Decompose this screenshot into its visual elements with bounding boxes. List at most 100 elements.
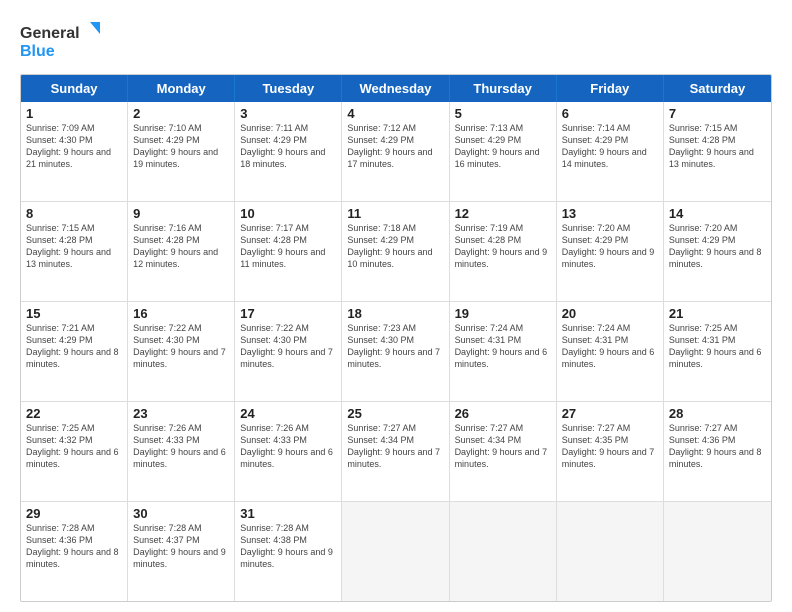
day-header-tuesday: Tuesday	[235, 75, 342, 102]
day-cell-23: 23Sunrise: 7:26 AM Sunset: 4:33 PM Dayli…	[128, 402, 235, 501]
cell-info: Sunrise: 7:22 AM Sunset: 4:30 PM Dayligh…	[240, 322, 336, 371]
day-number: 7	[669, 106, 766, 121]
cell-info: Sunrise: 7:10 AM Sunset: 4:29 PM Dayligh…	[133, 122, 229, 171]
logo: GeneralBlue	[20, 16, 110, 64]
calendar-week-2: 8Sunrise: 7:15 AM Sunset: 4:28 PM Daylig…	[21, 202, 771, 302]
cell-info: Sunrise: 7:15 AM Sunset: 4:28 PM Dayligh…	[669, 122, 766, 171]
page: GeneralBlue SundayMondayTuesdayWednesday…	[0, 0, 792, 612]
day-cell-15: 15Sunrise: 7:21 AM Sunset: 4:29 PM Dayli…	[21, 302, 128, 401]
calendar-body: 1Sunrise: 7:09 AM Sunset: 4:30 PM Daylig…	[21, 102, 771, 601]
day-header-monday: Monday	[128, 75, 235, 102]
cell-info: Sunrise: 7:24 AM Sunset: 4:31 PM Dayligh…	[455, 322, 551, 371]
cell-info: Sunrise: 7:13 AM Sunset: 4:29 PM Dayligh…	[455, 122, 551, 171]
cell-info: Sunrise: 7:27 AM Sunset: 4:34 PM Dayligh…	[347, 422, 443, 471]
svg-text:General: General	[20, 25, 80, 42]
day-number: 24	[240, 406, 336, 421]
day-cell-6: 6Sunrise: 7:14 AM Sunset: 4:29 PM Daylig…	[557, 102, 664, 201]
day-cell-7: 7Sunrise: 7:15 AM Sunset: 4:28 PM Daylig…	[664, 102, 771, 201]
day-header-wednesday: Wednesday	[342, 75, 449, 102]
cell-info: Sunrise: 7:25 AM Sunset: 4:31 PM Dayligh…	[669, 322, 766, 371]
cell-info: Sunrise: 7:22 AM Sunset: 4:30 PM Dayligh…	[133, 322, 229, 371]
cell-info: Sunrise: 7:27 AM Sunset: 4:35 PM Dayligh…	[562, 422, 658, 471]
calendar-week-1: 1Sunrise: 7:09 AM Sunset: 4:30 PM Daylig…	[21, 102, 771, 202]
day-number: 3	[240, 106, 336, 121]
cell-info: Sunrise: 7:27 AM Sunset: 4:34 PM Dayligh…	[455, 422, 551, 471]
day-cell-8: 8Sunrise: 7:15 AM Sunset: 4:28 PM Daylig…	[21, 202, 128, 301]
calendar-header: SundayMondayTuesdayWednesdayThursdayFrid…	[21, 75, 771, 102]
day-number: 29	[26, 506, 122, 521]
empty-cell	[450, 502, 557, 601]
day-number: 20	[562, 306, 658, 321]
cell-info: Sunrise: 7:24 AM Sunset: 4:31 PM Dayligh…	[562, 322, 658, 371]
header: GeneralBlue	[20, 16, 772, 64]
cell-info: Sunrise: 7:12 AM Sunset: 4:29 PM Dayligh…	[347, 122, 443, 171]
cell-info: Sunrise: 7:27 AM Sunset: 4:36 PM Dayligh…	[669, 422, 766, 471]
calendar-week-5: 29Sunrise: 7:28 AM Sunset: 4:36 PM Dayli…	[21, 502, 771, 601]
day-number: 21	[669, 306, 766, 321]
cell-info: Sunrise: 7:17 AM Sunset: 4:28 PM Dayligh…	[240, 222, 336, 271]
cell-info: Sunrise: 7:19 AM Sunset: 4:28 PM Dayligh…	[455, 222, 551, 271]
day-cell-12: 12Sunrise: 7:19 AM Sunset: 4:28 PM Dayli…	[450, 202, 557, 301]
svg-text:Blue: Blue	[20, 43, 55, 60]
day-cell-1: 1Sunrise: 7:09 AM Sunset: 4:30 PM Daylig…	[21, 102, 128, 201]
day-number: 30	[133, 506, 229, 521]
day-header-sunday: Sunday	[21, 75, 128, 102]
day-number: 18	[347, 306, 443, 321]
day-number: 4	[347, 106, 443, 121]
day-cell-14: 14Sunrise: 7:20 AM Sunset: 4:29 PM Dayli…	[664, 202, 771, 301]
cell-info: Sunrise: 7:14 AM Sunset: 4:29 PM Dayligh…	[562, 122, 658, 171]
calendar-week-4: 22Sunrise: 7:25 AM Sunset: 4:32 PM Dayli…	[21, 402, 771, 502]
day-cell-28: 28Sunrise: 7:27 AM Sunset: 4:36 PM Dayli…	[664, 402, 771, 501]
day-cell-25: 25Sunrise: 7:27 AM Sunset: 4:34 PM Dayli…	[342, 402, 449, 501]
day-cell-10: 10Sunrise: 7:17 AM Sunset: 4:28 PM Dayli…	[235, 202, 342, 301]
day-number: 14	[669, 206, 766, 221]
cell-info: Sunrise: 7:18 AM Sunset: 4:29 PM Dayligh…	[347, 222, 443, 271]
logo-icon: GeneralBlue	[20, 16, 110, 64]
cell-info: Sunrise: 7:15 AM Sunset: 4:28 PM Dayligh…	[26, 222, 122, 271]
day-cell-31: 31Sunrise: 7:28 AM Sunset: 4:38 PM Dayli…	[235, 502, 342, 601]
day-cell-18: 18Sunrise: 7:23 AM Sunset: 4:30 PM Dayli…	[342, 302, 449, 401]
day-cell-5: 5Sunrise: 7:13 AM Sunset: 4:29 PM Daylig…	[450, 102, 557, 201]
day-number: 10	[240, 206, 336, 221]
day-cell-30: 30Sunrise: 7:28 AM Sunset: 4:37 PM Dayli…	[128, 502, 235, 601]
day-cell-19: 19Sunrise: 7:24 AM Sunset: 4:31 PM Dayli…	[450, 302, 557, 401]
day-number: 2	[133, 106, 229, 121]
day-number: 28	[669, 406, 766, 421]
day-number: 16	[133, 306, 229, 321]
day-cell-11: 11Sunrise: 7:18 AM Sunset: 4:29 PM Dayli…	[342, 202, 449, 301]
day-header-friday: Friday	[557, 75, 664, 102]
empty-cell	[557, 502, 664, 601]
cell-info: Sunrise: 7:20 AM Sunset: 4:29 PM Dayligh…	[669, 222, 766, 271]
calendar-week-3: 15Sunrise: 7:21 AM Sunset: 4:29 PM Dayli…	[21, 302, 771, 402]
day-cell-17: 17Sunrise: 7:22 AM Sunset: 4:30 PM Dayli…	[235, 302, 342, 401]
cell-info: Sunrise: 7:28 AM Sunset: 4:36 PM Dayligh…	[26, 522, 122, 571]
cell-info: Sunrise: 7:16 AM Sunset: 4:28 PM Dayligh…	[133, 222, 229, 271]
day-cell-20: 20Sunrise: 7:24 AM Sunset: 4:31 PM Dayli…	[557, 302, 664, 401]
day-header-thursday: Thursday	[450, 75, 557, 102]
empty-cell	[342, 502, 449, 601]
day-number: 27	[562, 406, 658, 421]
day-number: 23	[133, 406, 229, 421]
day-number: 8	[26, 206, 122, 221]
day-cell-4: 4Sunrise: 7:12 AM Sunset: 4:29 PM Daylig…	[342, 102, 449, 201]
day-cell-27: 27Sunrise: 7:27 AM Sunset: 4:35 PM Dayli…	[557, 402, 664, 501]
calendar: SundayMondayTuesdayWednesdayThursdayFrid…	[20, 74, 772, 602]
day-header-saturday: Saturday	[664, 75, 771, 102]
day-number: 19	[455, 306, 551, 321]
day-number: 12	[455, 206, 551, 221]
day-number: 26	[455, 406, 551, 421]
cell-info: Sunrise: 7:28 AM Sunset: 4:38 PM Dayligh…	[240, 522, 336, 571]
day-number: 13	[562, 206, 658, 221]
day-number: 15	[26, 306, 122, 321]
day-number: 17	[240, 306, 336, 321]
day-number: 31	[240, 506, 336, 521]
day-number: 5	[455, 106, 551, 121]
cell-info: Sunrise: 7:20 AM Sunset: 4:29 PM Dayligh…	[562, 222, 658, 271]
cell-info: Sunrise: 7:11 AM Sunset: 4:29 PM Dayligh…	[240, 122, 336, 171]
cell-info: Sunrise: 7:09 AM Sunset: 4:30 PM Dayligh…	[26, 122, 122, 171]
cell-info: Sunrise: 7:23 AM Sunset: 4:30 PM Dayligh…	[347, 322, 443, 371]
day-cell-3: 3Sunrise: 7:11 AM Sunset: 4:29 PM Daylig…	[235, 102, 342, 201]
day-cell-22: 22Sunrise: 7:25 AM Sunset: 4:32 PM Dayli…	[21, 402, 128, 501]
day-cell-9: 9Sunrise: 7:16 AM Sunset: 4:28 PM Daylig…	[128, 202, 235, 301]
day-cell-24: 24Sunrise: 7:26 AM Sunset: 4:33 PM Dayli…	[235, 402, 342, 501]
